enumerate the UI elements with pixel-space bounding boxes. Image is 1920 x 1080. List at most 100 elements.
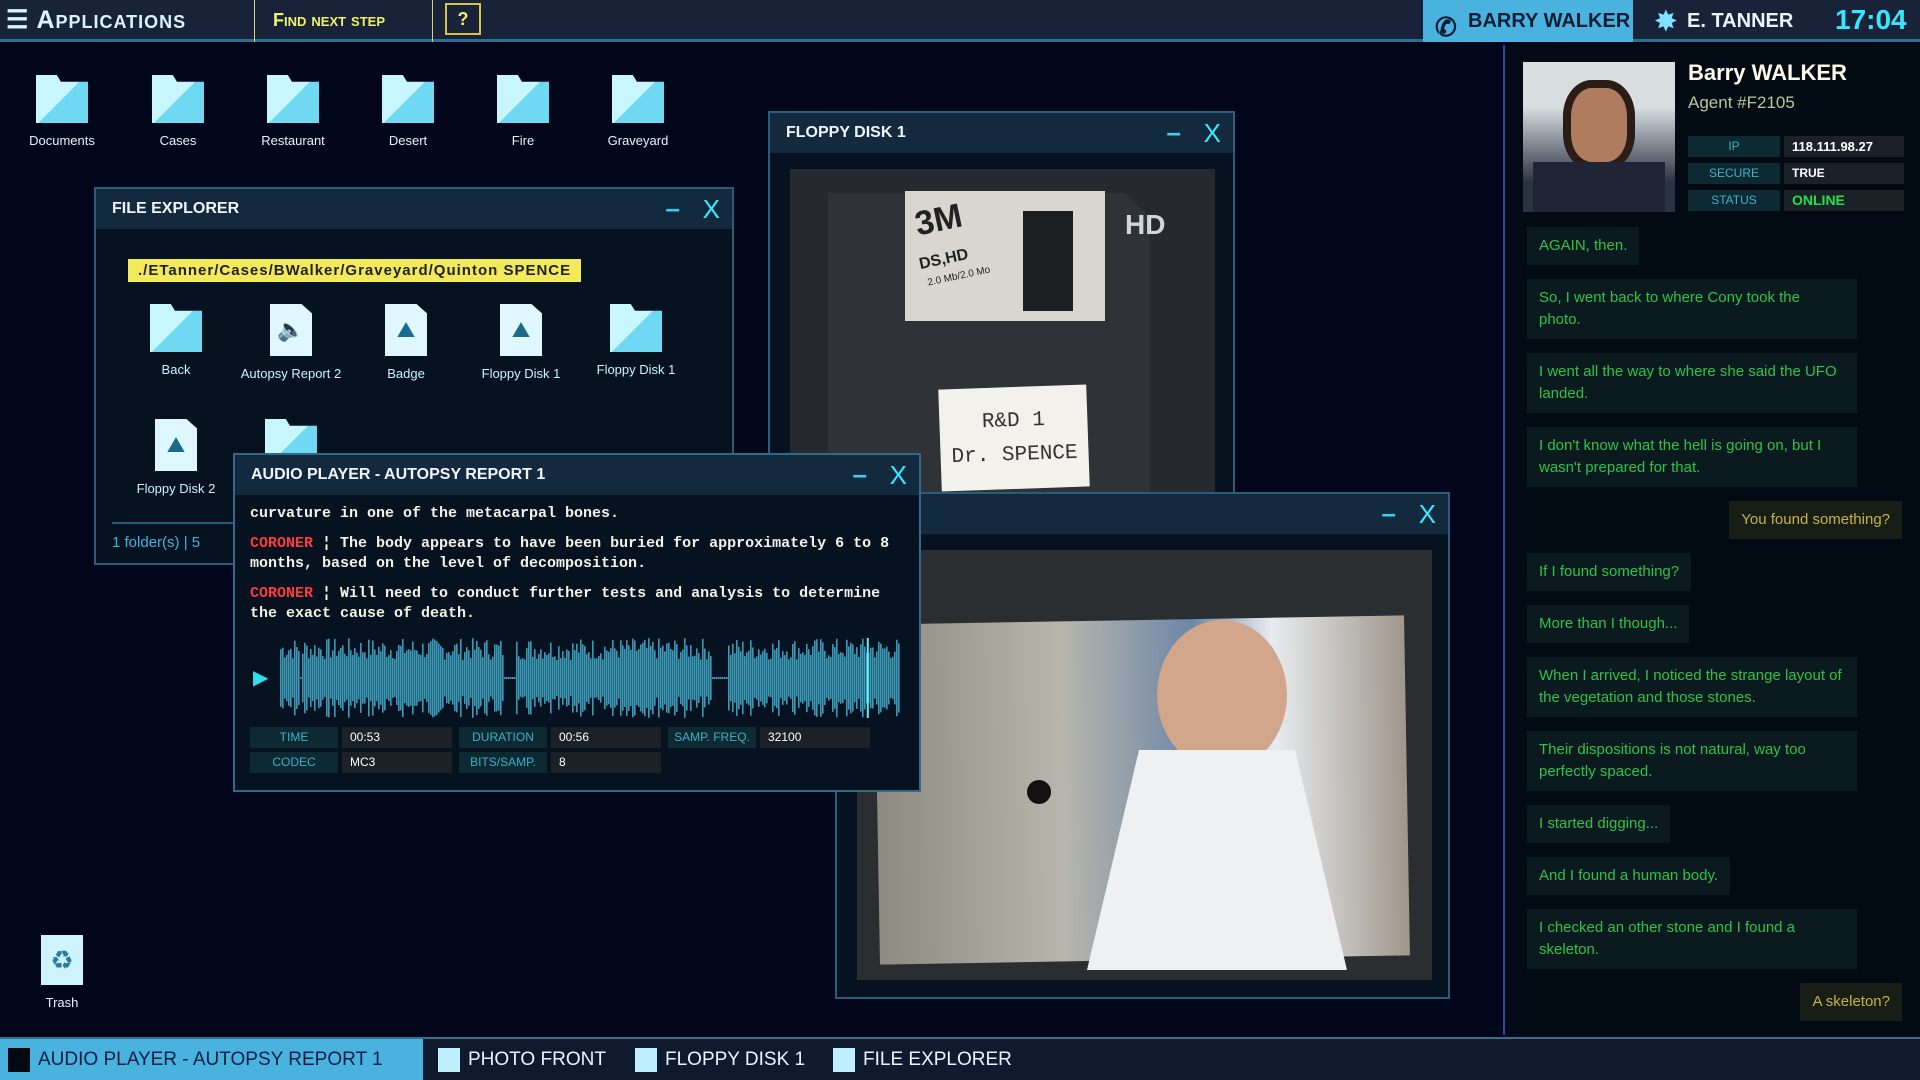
waveform-bar xyxy=(686,645,688,711)
waveform-bar xyxy=(316,656,318,700)
waveform-bar xyxy=(892,656,894,700)
waveform-bar xyxy=(884,648,886,708)
waveform-bar xyxy=(280,649,282,707)
waveform-bar xyxy=(422,643,424,713)
close-button[interactable]: X xyxy=(703,194,720,225)
file-item[interactable]: 🔈 Autopsy Report 2 xyxy=(236,304,346,381)
file-item[interactable]: ⛰ Badge xyxy=(351,304,461,381)
waveform-bar xyxy=(626,640,628,716)
waveform-bar xyxy=(840,652,842,704)
waveform-bar xyxy=(372,640,374,716)
file-item[interactable]: ⛰ Floppy Disk 2 xyxy=(121,419,231,496)
desktop-icon-fire[interactable]: Fire xyxy=(468,75,578,148)
waveform-bar xyxy=(594,658,596,698)
waveform-bar xyxy=(600,653,602,703)
taskbar-item[interactable]: AUDIO PLAYER - AUTOPSY REPORT 1 xyxy=(0,1039,423,1080)
desktop-icon-graveyard[interactable]: Graveyard xyxy=(583,75,693,148)
waveform-bar xyxy=(716,677,718,679)
clock: 17:04 xyxy=(1835,4,1907,35)
waveform-bar xyxy=(814,640,816,716)
waveform-bar xyxy=(698,653,700,703)
waveform-bar xyxy=(586,654,588,702)
waveform-bar xyxy=(468,650,470,706)
close-button[interactable]: X xyxy=(890,460,907,491)
photo-front-window: – X xyxy=(835,492,1450,999)
chat-message-received: More than I though... xyxy=(1527,605,1690,643)
samp-freq-label: SAMP. FREQ. xyxy=(668,727,756,748)
trash-icon-button[interactable]: ♻ Trash xyxy=(7,935,117,1010)
back-folder-icon xyxy=(150,304,202,352)
playhead[interactable] xyxy=(866,638,869,718)
waveform-bar xyxy=(810,654,812,702)
title-bar[interactable]: – X xyxy=(837,494,1448,534)
waveform-bar xyxy=(384,645,386,711)
status-label: STATUS xyxy=(1688,190,1780,211)
waveform-bar xyxy=(420,654,422,702)
file-label: Floppy Disk 1 xyxy=(481,366,561,381)
waveform-bar xyxy=(328,638,330,718)
minimize-button[interactable]: – xyxy=(1167,117,1181,148)
waveform-bar xyxy=(578,652,580,704)
waveform-bar xyxy=(806,643,808,713)
waveform-bar xyxy=(390,650,392,706)
waveform-bar xyxy=(514,677,516,679)
waveform-scrubber[interactable] xyxy=(280,638,910,718)
waveform-bar xyxy=(768,659,770,697)
waveform-bar xyxy=(628,645,630,711)
file-item[interactable]: Floppy Disk 1 xyxy=(581,304,691,377)
file-item[interactable]: ⛰ Floppy Disk 1 xyxy=(466,304,576,381)
waveform-bar xyxy=(672,650,674,706)
agent-id: Agent #F2105 xyxy=(1688,93,1795,112)
transcript-line: curvature in one of the metacarpal bones… xyxy=(250,504,900,524)
waveform-bar xyxy=(512,677,514,679)
taskbar-label: PHOTO FRONT xyxy=(468,1049,606,1070)
folder-icon xyxy=(152,75,204,123)
title-bar[interactable]: FLOPPY DISK 1 – X xyxy=(770,113,1233,153)
waveform-bar xyxy=(434,639,436,717)
waveform-bar xyxy=(482,657,484,699)
play-button[interactable]: ▶ xyxy=(253,665,268,690)
desktop-icon-cases[interactable]: Cases xyxy=(123,75,233,148)
waveform-bar xyxy=(748,650,750,706)
help-button[interactable]: ? xyxy=(445,3,481,35)
waveform-bar xyxy=(558,646,560,710)
waveform-bar xyxy=(576,643,578,713)
waveform-bar xyxy=(830,657,832,699)
waveform-bar xyxy=(564,657,566,699)
active-call-tab[interactable]: ✆ BARRY WALKER xyxy=(1423,0,1633,42)
find-next-step-button[interactable]: Find next step xyxy=(273,10,385,31)
folder-icon xyxy=(267,75,319,123)
waveform-bar xyxy=(802,652,804,704)
minimize-button[interactable]: – xyxy=(853,459,867,490)
desktop-icon-desert[interactable]: Desert xyxy=(353,75,463,148)
waveform-bar xyxy=(890,658,892,698)
waveform-bar xyxy=(440,645,442,711)
bits-label: BITS/SAMP. xyxy=(459,752,547,773)
window-title: AUDIO PLAYER - AUTOPSY REPORT 1 xyxy=(251,466,546,483)
waveform-bar xyxy=(338,650,340,706)
taskbar-item[interactable]: PHOTO FRONT xyxy=(430,1039,606,1080)
chat-message-received: I went all the way to where she said the… xyxy=(1527,353,1857,413)
desktop-icon-documents[interactable]: Documents xyxy=(7,75,117,148)
desktop-icon-restaurant[interactable]: Restaurant xyxy=(238,75,348,148)
minimize-button[interactable]: – xyxy=(1382,498,1396,529)
taskbar-item[interactable]: FLOPPY DISK 1 xyxy=(627,1039,805,1080)
taskbar-item[interactable]: FILE EXPLORER xyxy=(825,1039,1012,1080)
waveform-bar xyxy=(370,654,372,702)
title-bar[interactable]: FILE EXPLORER – X xyxy=(96,189,732,229)
close-button[interactable]: X xyxy=(1204,118,1221,149)
applications-menu[interactable]: ☰ Applications xyxy=(6,5,186,35)
waveform-bar xyxy=(842,652,844,704)
waveform-bar xyxy=(898,643,900,713)
waveform-bar xyxy=(498,645,500,711)
waveform-bar xyxy=(792,643,794,713)
file-item[interactable]: Back xyxy=(121,304,231,377)
minimize-button[interactable]: – xyxy=(666,193,680,224)
close-button[interactable]: X xyxy=(1419,499,1436,530)
waveform-bar xyxy=(520,659,522,697)
waveform-bar xyxy=(630,649,632,707)
user-name: E. TANNER xyxy=(1687,10,1794,32)
hd-mark: HD xyxy=(1125,209,1166,240)
title-bar[interactable]: AUDIO PLAYER - AUTOPSY REPORT 1 – X xyxy=(235,455,919,495)
waveform-bar xyxy=(446,652,448,704)
